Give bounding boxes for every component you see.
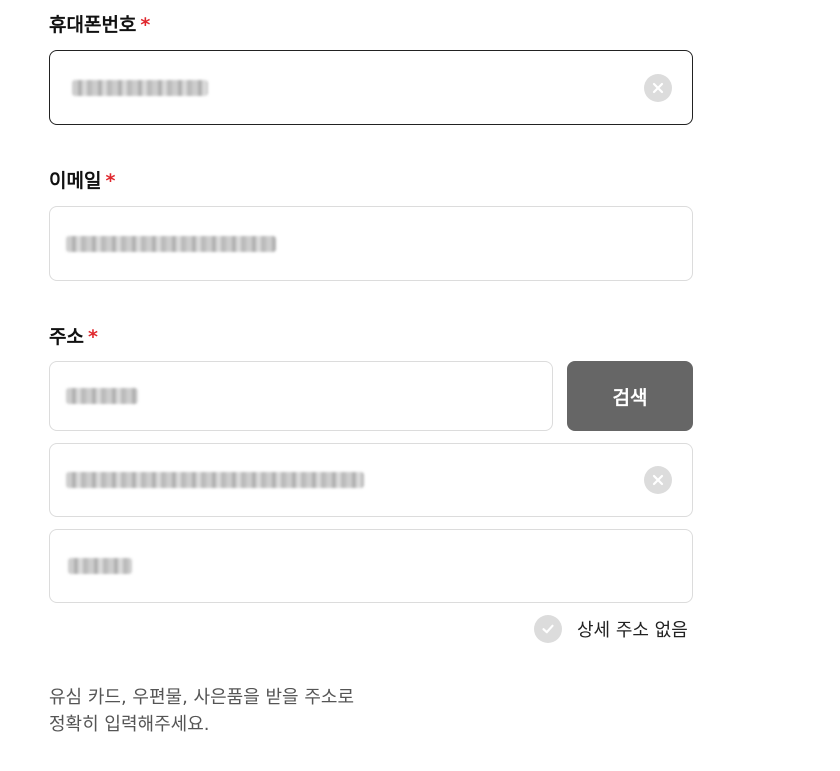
email-label-text: 이메일 — [49, 170, 102, 192]
no-detail-address-toggle[interactable]: 상세 주소 없음 — [534, 614, 688, 644]
email-label: 이메일 * — [49, 169, 115, 193]
check-icon[interactable] — [534, 615, 562, 643]
masked-detail-address-value — [68, 558, 132, 574]
clear-icon[interactable] — [644, 466, 672, 494]
required-mark: * — [105, 170, 116, 192]
phone-label-text: 휴대폰번호 — [49, 14, 137, 36]
detail-address-input[interactable] — [49, 529, 693, 603]
address-notice: 유심 카드, 우편물, 사은품을 받을 주소로 정확히 입력해주세요. — [49, 684, 354, 738]
clear-icon[interactable] — [644, 73, 672, 102]
notice-line-1: 유심 카드, 우편물, 사은품을 받을 주소로 — [49, 687, 355, 708]
required-mark: * — [140, 14, 151, 36]
notice-line-2: 정확히 입력해주세요. — [49, 714, 210, 735]
zipcode-input[interactable] — [49, 361, 553, 431]
phone-input[interactable] — [49, 50, 693, 125]
road-address-input[interactable] — [49, 443, 693, 517]
phone-label: 휴대폰번호 * — [49, 13, 150, 37]
masked-phone-value — [72, 79, 208, 96]
address-label: 주소 * — [49, 325, 98, 349]
email-input[interactable] — [49, 206, 693, 281]
masked-road-address-value — [66, 472, 364, 488]
masked-zipcode-value — [66, 388, 138, 404]
masked-email-value — [66, 235, 276, 252]
address-search-button[interactable]: 검색 — [567, 361, 693, 431]
address-label-text: 주소 — [49, 326, 84, 348]
required-mark: * — [87, 326, 98, 348]
no-detail-address-label: 상세 주소 없음 — [577, 620, 688, 641]
